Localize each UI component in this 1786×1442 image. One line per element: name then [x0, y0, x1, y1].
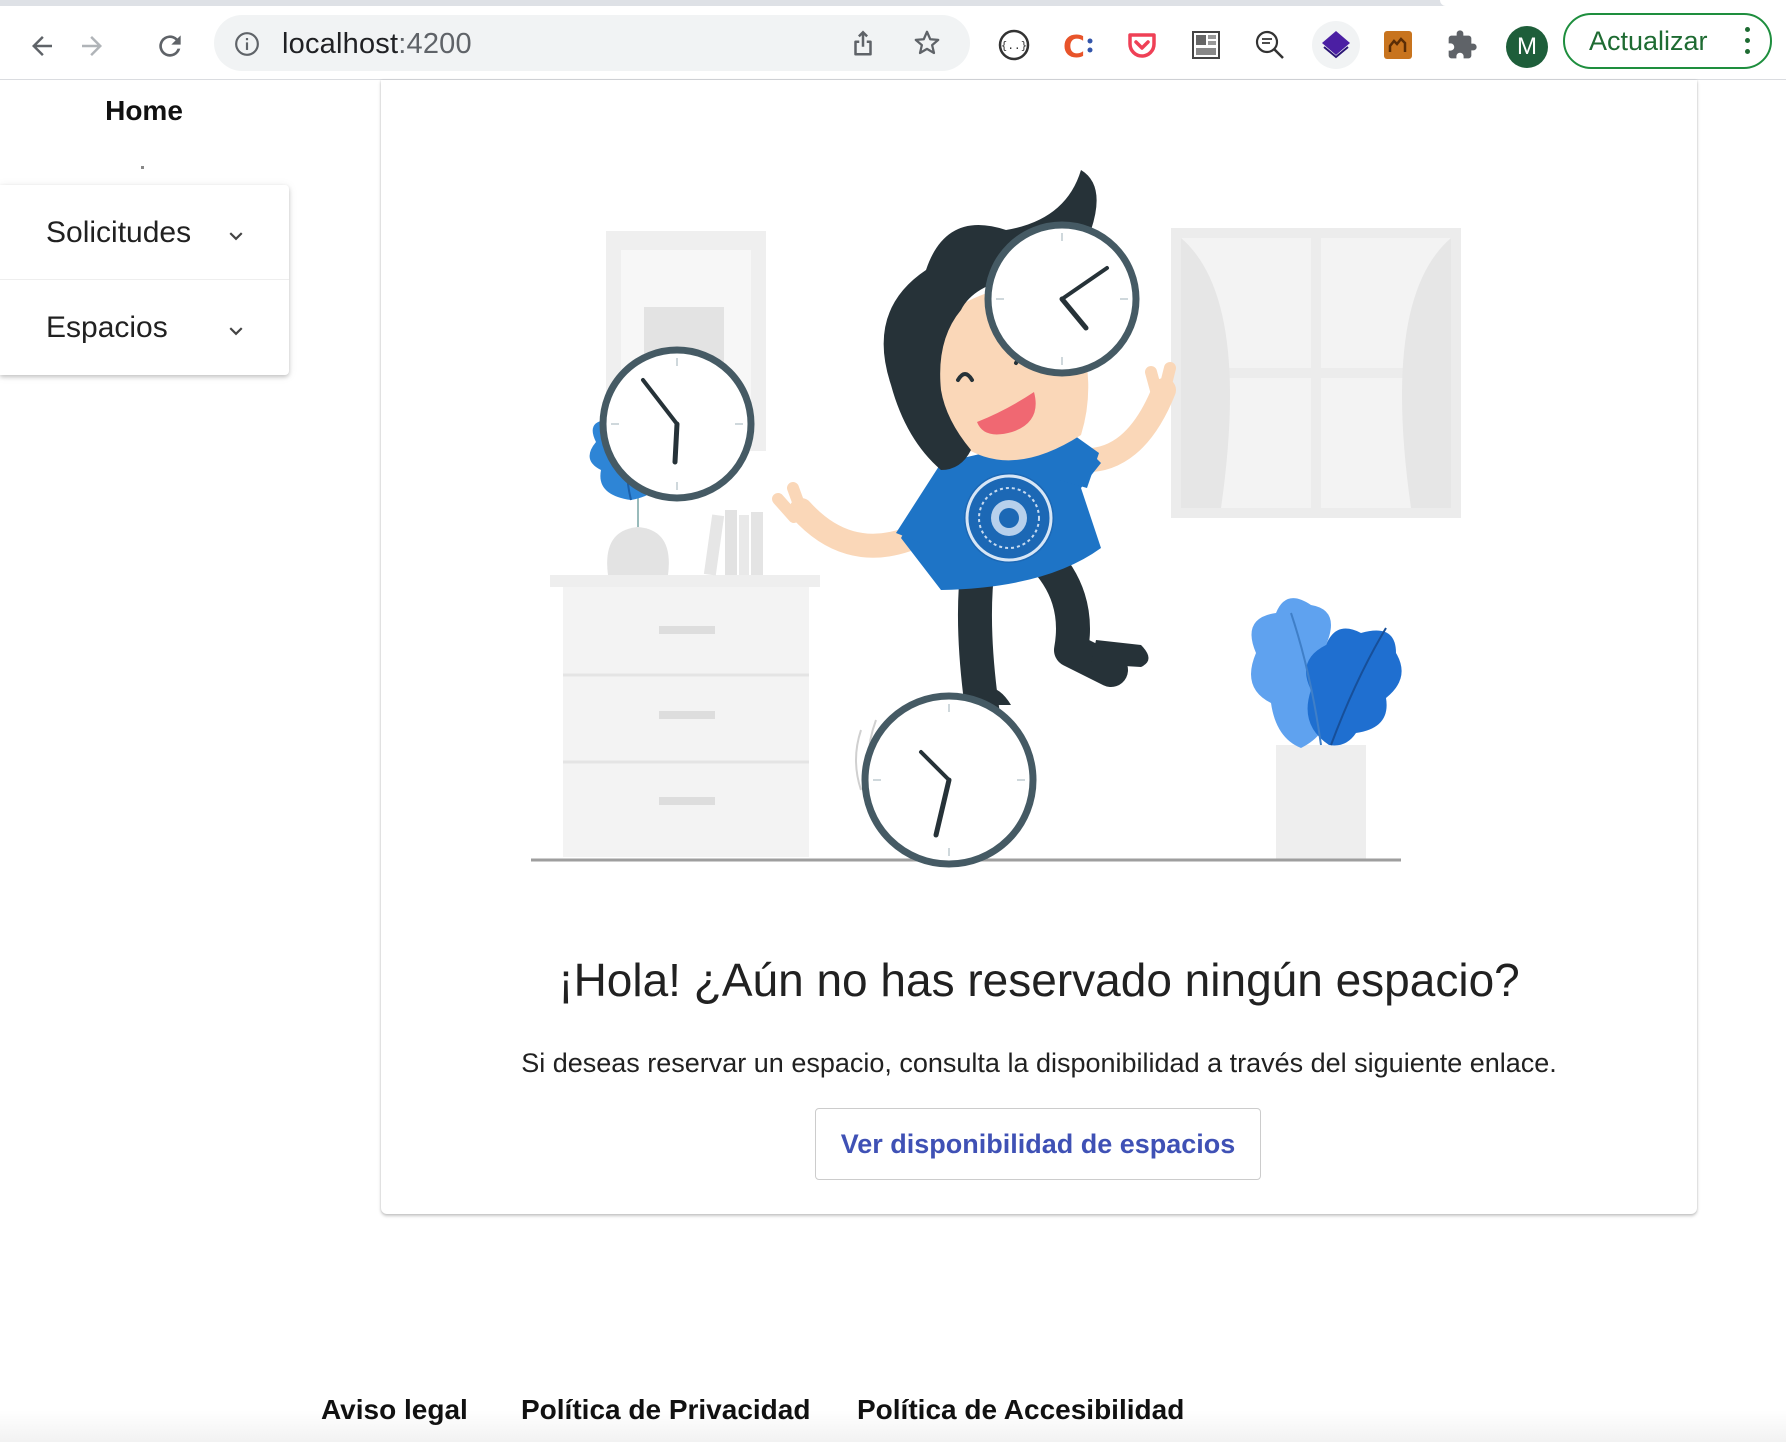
svg-text:{..}: {..}: [1001, 39, 1028, 52]
reload-icon: [159, 35, 181, 57]
sidebar-item-label: Espacios: [46, 310, 168, 344]
sidebar-item-label: Solicitudes: [46, 215, 192, 249]
url-text[interactable]: localhost:4200: [282, 28, 472, 61]
sidebar-item-solicitudes[interactable]: Solicitudes: [0, 185, 289, 280]
footer-link-privacy[interactable]: Política de Privacidad: [521, 1394, 810, 1426]
share-icon[interactable]: [848, 28, 878, 58]
clock-icon: [861, 692, 1037, 868]
bookmark-star-icon[interactable]: [912, 28, 942, 58]
svg-text:C: C: [1063, 30, 1085, 62]
extension-layout-icon[interactable]: [1188, 27, 1224, 63]
pocket-icon[interactable]: [1124, 27, 1160, 63]
forward-button[interactable]: [70, 24, 114, 68]
info-icon[interactable]: [234, 31, 260, 57]
browser-toolbar: localhost:4200 {..} C M Actualizar: [0, 6, 1786, 80]
view-availability-button[interactable]: Ver disponibilidad de espacios: [815, 1108, 1261, 1180]
extension-search-text-icon[interactable]: [1252, 27, 1288, 63]
footer-link-legal[interactable]: Aviso legal: [321, 1394, 468, 1426]
separator-dot: [141, 166, 144, 169]
clock-icon: [984, 221, 1140, 377]
chevron-down-icon: [229, 327, 243, 336]
home-link[interactable]: Home: [0, 95, 288, 127]
more-vert-icon: [1745, 27, 1750, 54]
arrow-right-icon: [82, 36, 102, 56]
extension-camel-icon[interactable]: [1380, 27, 1416, 63]
reload-button[interactable]: [148, 24, 192, 68]
back-button[interactable]: [20, 24, 64, 68]
juggling-clocks-illustration: [531, 170, 1461, 868]
profile-avatar[interactable]: M: [1506, 26, 1548, 68]
chevron-down-icon: [229, 232, 243, 241]
extensions-puzzle-icon[interactable]: [1444, 27, 1480, 63]
arrow-left-icon: [32, 36, 52, 56]
footer: Aviso legal Política de Privacidad Polít…: [0, 1372, 1786, 1442]
extension-json-icon[interactable]: {..}: [996, 27, 1032, 63]
update-button[interactable]: Actualizar: [1563, 13, 1772, 69]
page-description: Si deseas reservar un espacio, consulta …: [521, 1048, 1557, 1078]
footer-link-accessibility[interactable]: Política de Accesibilidad: [857, 1394, 1184, 1426]
extension-layers-icon[interactable]: [1312, 21, 1360, 69]
clock-icon: [599, 346, 755, 502]
update-label: Actualizar: [1589, 25, 1708, 56]
avatar-initial: M: [1517, 33, 1537, 60]
address-bar[interactable]: localhost:4200: [214, 15, 970, 71]
empty-state-card: ¡Hola! ¿Aún no has reservado ningún espa…: [381, 80, 1697, 1214]
sidebar-item-espacios[interactable]: Espacios: [0, 280, 289, 375]
extension-c-icon[interactable]: C: [1060, 27, 1096, 63]
sidebar-menu: Solicitudes Espacios: [0, 185, 289, 375]
page-title: ¡Hola! ¿Aún no has reservado ningún espa…: [558, 954, 1520, 1006]
